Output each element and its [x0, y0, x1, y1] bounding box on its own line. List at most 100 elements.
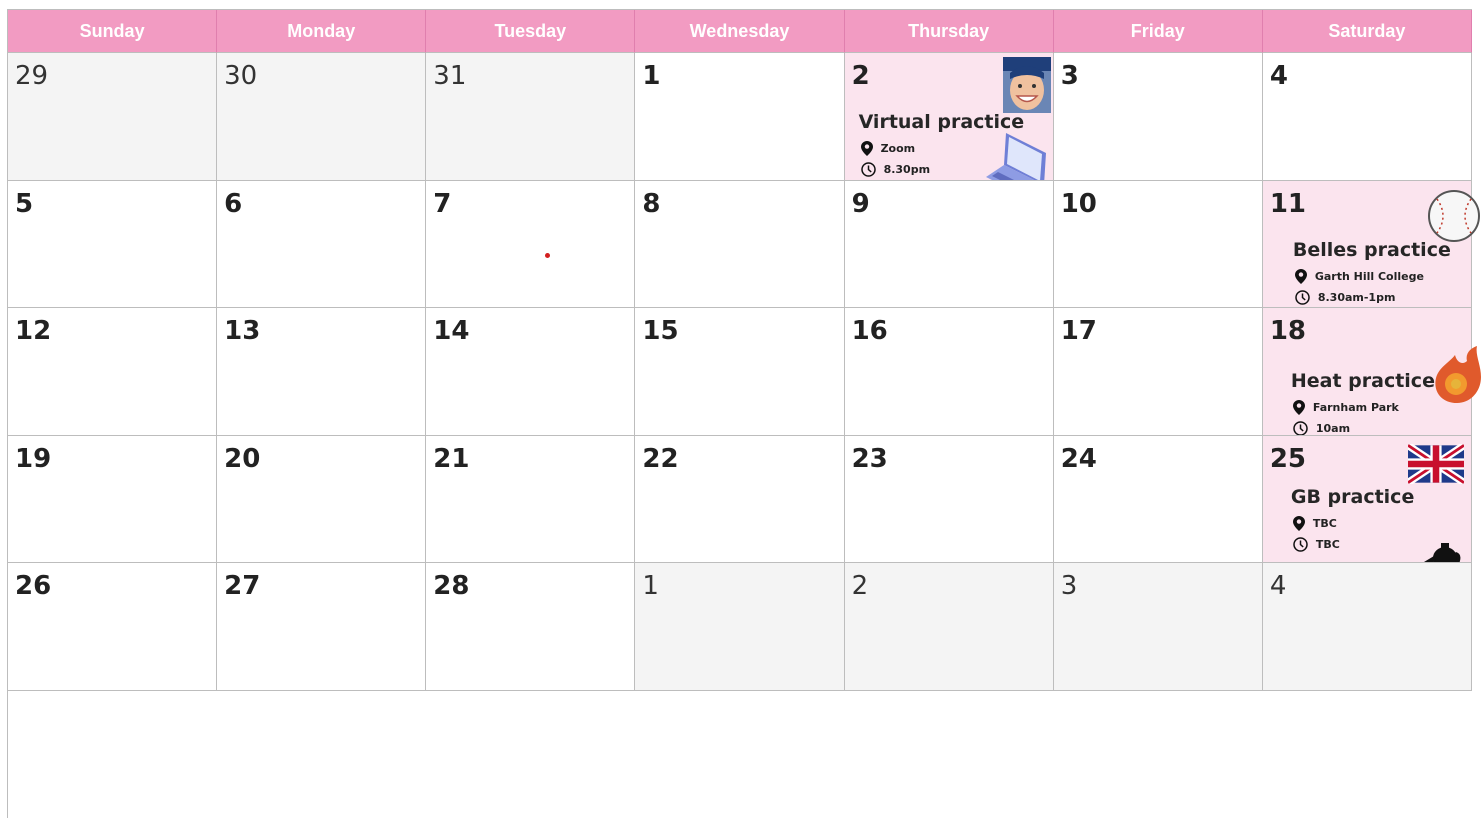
day-cell[interactable]: 6 [217, 180, 427, 308]
day-number: 10 [1060, 188, 1097, 219]
event-location: Garth Hill College [1314, 269, 1424, 283]
day-cell[interactable]: 1 [635, 563, 845, 691]
day-cell[interactable]: 22 [635, 435, 845, 563]
weekday-header-saturday: Saturday [1262, 10, 1472, 53]
day-number: 1 [642, 61, 661, 91]
day-cell[interactable]: 31 [426, 53, 636, 181]
day-number: 3 [1060, 571, 1078, 601]
day-cell[interactable]: 4 [1262, 53, 1472, 181]
event-title: Heat practice [1290, 370, 1435, 392]
day-number: 6 [224, 188, 243, 219]
day-cell[interactable]: 3 [1053, 53, 1263, 181]
weekday-header-sunday: Sunday [8, 10, 218, 53]
day-cell[interactable]: 10 [1053, 180, 1263, 308]
location-pin-icon [1292, 400, 1305, 415]
day-number: 21 [433, 443, 470, 474]
day-cell[interactable]: 30 [217, 53, 427, 181]
day-cell[interactable]: 2 [844, 563, 1054, 691]
event-location: Zoom [880, 142, 916, 155]
day-cell-event-virtual-practice[interactable]: 2 Virtual practice Zoom 8.30pm [844, 53, 1054, 181]
red-dot-marker [545, 252, 551, 258]
day-cell[interactable]: 26 [8, 563, 218, 691]
event-time: 10am [1315, 422, 1351, 435]
day-cell[interactable]: 15 [635, 308, 845, 436]
day-cell[interactable]: 12 [8, 308, 218, 436]
day-cell[interactable]: 17 [1053, 308, 1263, 436]
day-number: 11 [1269, 188, 1307, 219]
event-time: TBC [1315, 537, 1340, 551]
avatar-photo [1002, 57, 1051, 113]
clock-icon [1293, 536, 1308, 552]
day-number: 2 [851, 61, 870, 91]
day-cell[interactable]: 20 [217, 435, 427, 563]
day-cell[interactable]: 13 [217, 308, 427, 436]
event-location: Farnham Park [1312, 401, 1399, 414]
day-number: 20 [224, 443, 261, 474]
day-cell[interactable]: 14 [426, 308, 636, 436]
day-cell[interactable]: 16 [844, 308, 1054, 436]
event-gb-practice[interactable]: GB practice TBC TBC [1290, 485, 1415, 558]
day-number: 31 [433, 61, 467, 91]
weekday-header-thursday: Thursday [844, 10, 1054, 53]
day-number: 22 [642, 443, 679, 474]
day-number: 16 [851, 316, 888, 346]
day-number: 4 [1269, 61, 1288, 91]
day-cell[interactable]: 29 [8, 53, 218, 181]
event-title: Virtual practice [858, 111, 1025, 133]
day-cell[interactable]: 21 [426, 435, 636, 563]
day-cell-event-gb-practice[interactable]: 25 GB practice TBC TBC [1262, 435, 1472, 563]
day-cell[interactable]: 7 [426, 180, 636, 308]
day-number: 14 [433, 316, 470, 346]
event-location: TBC [1312, 516, 1337, 530]
day-cell[interactable]: 5 [8, 180, 218, 308]
day-number: 17 [1060, 316, 1097, 346]
day-number: 13 [224, 316, 261, 346]
laptop-icon [985, 133, 1046, 180]
day-cell[interactable]: 4 [1262, 563, 1472, 691]
day-cell[interactable]: 28 [426, 563, 636, 691]
event-heat-practice[interactable]: Heat practice Farnham Park 10am [1290, 370, 1435, 435]
clock-icon [860, 162, 876, 177]
teapot-icon [1423, 542, 1461, 563]
day-cell[interactable]: 3 [1053, 563, 1263, 691]
day-number: 12 [15, 316, 52, 346]
day-number: 8 [642, 188, 661, 219]
location-pin-icon [1294, 268, 1307, 284]
day-number: 18 [1269, 316, 1307, 346]
day-number: 2 [851, 571, 869, 601]
day-cell[interactable]: 27 [217, 563, 427, 691]
flame-icon [1435, 346, 1481, 403]
day-number: 4 [1269, 571, 1287, 601]
day-cell[interactable]: 9 [844, 180, 1054, 308]
day-number: 15 [642, 316, 679, 346]
event-belles-practice[interactable]: Belles practice Garth Hill College 8.30a… [1293, 239, 1451, 308]
day-number: 23 [851, 443, 888, 474]
union-jack-flag-icon [1407, 443, 1464, 484]
day-cell[interactable]: 1 [635, 53, 845, 181]
day-cell[interactable]: 8 [635, 180, 845, 308]
day-cell[interactable]: 23 [844, 435, 1054, 563]
day-number: 9 [851, 188, 870, 219]
day-number: 24 [1060, 443, 1097, 474]
day-number: 26 [15, 571, 52, 601]
day-number: 27 [224, 571, 261, 601]
day-number: 7 [433, 188, 452, 219]
day-number: 28 [433, 571, 470, 601]
weekday-header-wednesday: Wednesday [635, 10, 845, 53]
day-number: 25 [1269, 443, 1307, 474]
event-title: GB practice [1290, 485, 1415, 508]
clock-icon [1295, 289, 1310, 305]
location-pin-icon [1292, 515, 1305, 531]
day-number: 1 [642, 571, 659, 601]
day-number: 19 [15, 443, 52, 474]
location-pin-icon [860, 141, 873, 156]
weekday-header-monday: Monday [217, 10, 427, 53]
clock-icon [1293, 421, 1308, 435]
day-number: 3 [1060, 61, 1079, 91]
event-time: 8.30pm [883, 163, 931, 176]
baseball-icon [1428, 190, 1480, 242]
day-cell[interactable]: 24 [1053, 435, 1263, 563]
day-cell[interactable]: 19 [8, 435, 218, 563]
day-number: 30 [224, 61, 258, 91]
day-number: 5 [15, 188, 34, 219]
